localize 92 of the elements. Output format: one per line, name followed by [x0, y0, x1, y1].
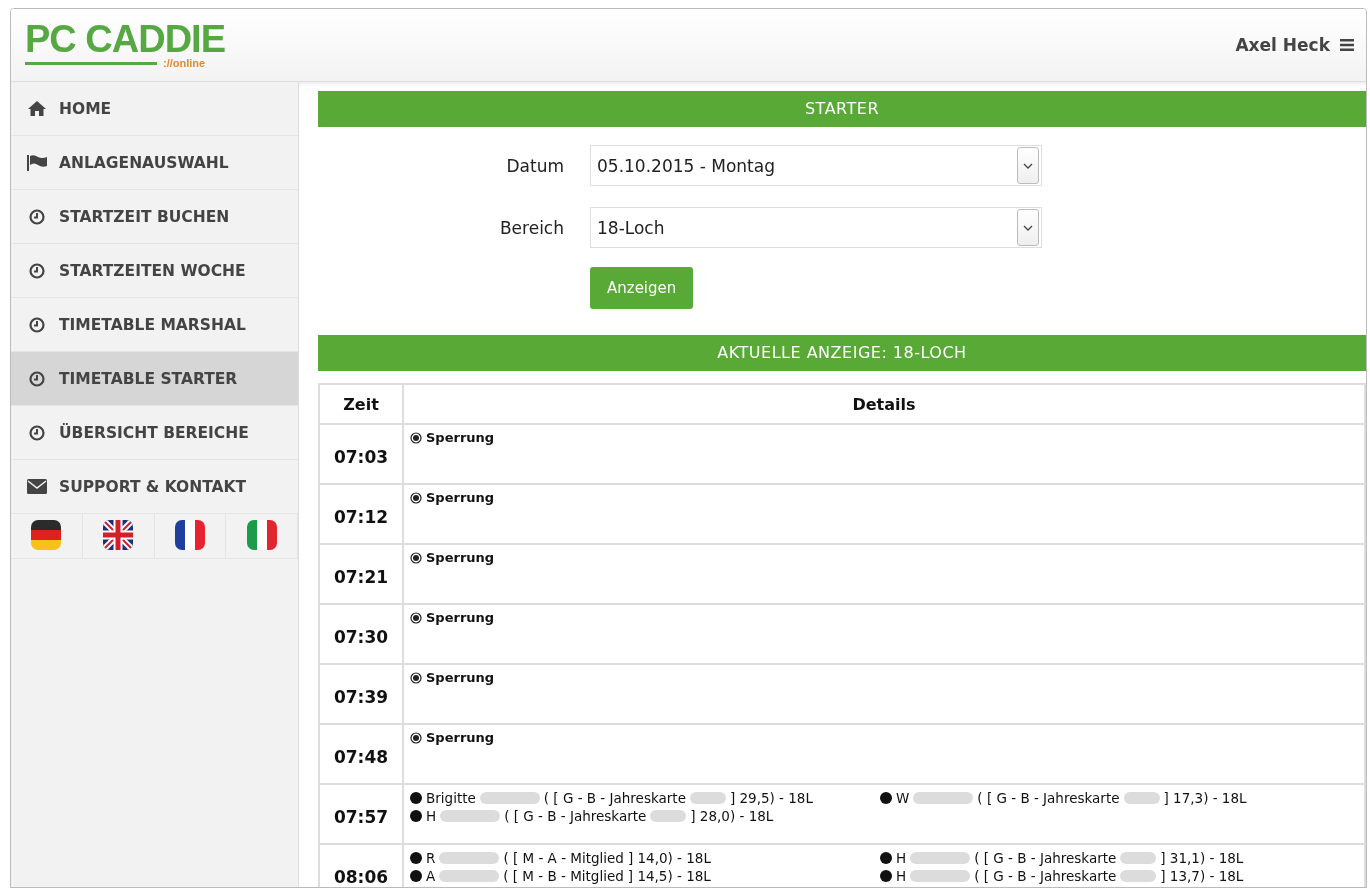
redacted-block [689, 792, 726, 804]
time-cell: 07:03 [319, 424, 403, 484]
sidebar-item[interactable]: ANLAGENAUSWAHL [11, 136, 298, 190]
player-info: ( [ G - B - Jahreskarte [504, 808, 647, 824]
redacted-block [650, 810, 687, 822]
player-info: ( [ G - B - Jahreskarte [543, 790, 686, 806]
player-info: ( [ G - B - Jahreskarte [977, 790, 1120, 806]
caret-icon [1023, 162, 1033, 169]
redacted-block [910, 870, 971, 882]
player-info: ( [ M - A - Mitglied [503, 850, 624, 866]
sidebar-item[interactable]: ÜBERSICHT BEREICHE [11, 406, 298, 460]
envelope-icon [27, 479, 47, 494]
sidebar-item[interactable]: STARTZEIT BUCHEN [11, 190, 298, 244]
bullet-icon [880, 852, 892, 864]
clock-icon [27, 370, 47, 387]
redacted-block [1120, 852, 1157, 864]
time-cell: 07:57 [319, 784, 403, 844]
player-info: ( [ M - B - Mitglied [503, 868, 624, 884]
field-label: Bereich [498, 217, 565, 238]
uk-flag-icon[interactable] [103, 520, 134, 550]
player-handicap: ] 29,5) - 18L [729, 790, 813, 806]
redacted-block [439, 852, 500, 864]
time-cell: 07:21 [319, 544, 403, 604]
block-label: Sperrung [426, 670, 495, 685]
redacted-block [1123, 792, 1160, 804]
redacted-block [479, 792, 540, 804]
radio-dot-icon [410, 731, 422, 744]
redacted-block [440, 810, 501, 822]
radio-dot-icon [410, 491, 422, 504]
bullet-icon [410, 810, 422, 822]
column-header: Zeit [319, 384, 403, 424]
player-name: W [896, 790, 910, 806]
block-label: Sperrung [426, 610, 495, 625]
time-cell: 07:39 [319, 664, 403, 724]
bullet-icon [410, 792, 422, 804]
logo-subtitle: ://online [163, 57, 206, 69]
time-cell: 07:48 [319, 724, 403, 784]
player-name: H [896, 850, 907, 866]
redacted-block [439, 870, 500, 882]
select-field[interactable]: 05.10.2015 - Montag [590, 145, 1042, 186]
sidebar-item[interactable]: STARTZEITEN WOCHE [11, 244, 298, 298]
player-handicap: ] 14,5) - 18L [627, 868, 711, 884]
sidebar-item[interactable]: HOME [11, 82, 298, 136]
player-handicap: ] 17,3) - 18L [1163, 790, 1247, 806]
clock-icon [27, 424, 47, 441]
redacted-block [913, 792, 974, 804]
caret-icon [1023, 224, 1033, 231]
clock-icon [27, 208, 47, 225]
player-info: ( [ G - B - Jahreskarte [974, 850, 1117, 866]
time-cell: 07:12 [319, 484, 403, 544]
user-name[interactable]: Axel Heck [1235, 35, 1330, 55]
player-name: Brigitte [426, 790, 476, 806]
player-name: A [426, 868, 436, 884]
bullet-icon [880, 792, 892, 804]
player-info: ( [ G - B - Jahreskarte [974, 868, 1117, 884]
field-label: Datum [505, 155, 565, 176]
column-header: Details [403, 384, 1365, 424]
time-cell: 07:30 [319, 604, 403, 664]
radio-dot-icon [410, 551, 422, 564]
player-name: H [426, 808, 437, 824]
block-label: Sperrung [426, 430, 495, 445]
french-flag-icon[interactable] [174, 520, 205, 550]
player-handicap: ] 14,0) - 18L [627, 850, 711, 866]
time-cell: 08:06 [319, 844, 403, 887]
bullet-icon [410, 852, 422, 864]
radio-dot-icon [410, 431, 422, 444]
italian-flag-icon[interactable] [246, 520, 277, 550]
player-name: R [426, 850, 436, 866]
redacted-block [910, 852, 971, 864]
block-label: Sperrung [426, 730, 495, 745]
sidebar-item[interactable]: TIMETABLE STARTER [11, 352, 298, 406]
block-label: Sperrung [426, 490, 495, 505]
player-handicap: ] 31,1) - 18L [1160, 850, 1244, 866]
bullet-icon [410, 870, 422, 882]
player-handicap: ] 28,0) - 18L [690, 808, 774, 824]
clock-icon [27, 316, 47, 333]
flag-icon [27, 154, 47, 171]
player-handicap: ] 13,7) - 18L [1160, 868, 1244, 884]
radio-dot-icon [410, 611, 422, 624]
clock-icon [27, 262, 47, 279]
select-field[interactable]: 18-Loch [590, 207, 1042, 248]
sidebar-item[interactable]: SUPPORT & KONTAKT [11, 460, 298, 514]
redacted-block [1120, 870, 1157, 882]
player-name: H [896, 868, 907, 884]
section-title: STARTER [318, 91, 1366, 127]
block-label: Sperrung [426, 550, 495, 565]
menu-icon[interactable] [1340, 39, 1354, 51]
german-flag-icon[interactable] [31, 520, 62, 550]
radio-dot-icon [410, 671, 422, 684]
home-icon [27, 101, 47, 116]
bullet-icon [880, 870, 892, 882]
section-title: AKTUELLE ANZEIGE: 18-LOCH [318, 335, 1366, 371]
